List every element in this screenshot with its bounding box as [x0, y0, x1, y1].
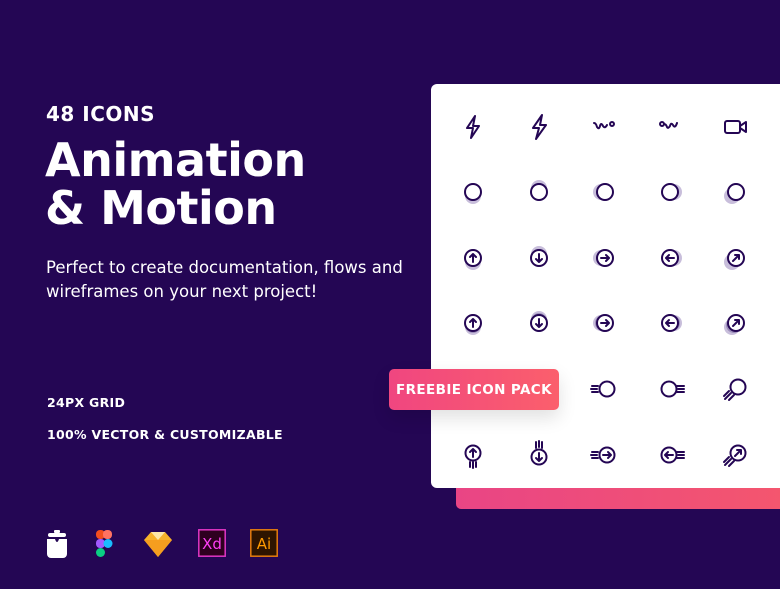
circle-speed-diagonal-icon — [719, 372, 753, 406]
arrow-diagonal-blur-icon — [719, 306, 753, 340]
arrow-right-motion-icon — [588, 241, 622, 275]
figma-icon — [92, 529, 122, 559]
arrow-right-speed-icon — [588, 438, 622, 472]
page-title: Animation & Motion — [45, 136, 306, 232]
lightning-icon — [456, 110, 490, 144]
arrow-up-speed-icon — [456, 438, 490, 472]
feature-vector: 100% VECTOR & CUSTOMIZABLE — [47, 427, 283, 442]
wave-left-icon — [653, 110, 687, 144]
icon-card — [431, 84, 780, 488]
arrow-left-motion-icon — [653, 241, 687, 275]
arrow-right-blur-icon — [588, 306, 622, 340]
circle-diagonal-motion-icon — [719, 175, 753, 209]
feature-grid: 24PX GRID — [47, 395, 126, 410]
ai-label: Ai — [257, 535, 271, 553]
xd-label: Xd — [202, 535, 222, 553]
arrow-down-blur-icon — [522, 306, 556, 340]
arrow-diagonal-motion-icon — [719, 241, 753, 275]
arrow-left-speed-icon — [653, 438, 687, 472]
craft-icon — [42, 529, 72, 559]
arrow-left-blur-icon — [653, 306, 687, 340]
arrow-down-motion-icon — [522, 241, 556, 275]
wave-right-icon — [588, 110, 622, 144]
title-line-2: & Motion — [45, 181, 277, 235]
circle-right-motion-icon — [588, 175, 622, 209]
title-line-1: Animation — [45, 133, 306, 187]
sketch-icon — [143, 529, 173, 559]
illustrator-icon: Ai — [250, 529, 280, 559]
circle-down-motion-icon — [522, 175, 556, 209]
lightning-bold-icon — [522, 110, 556, 144]
circle-speed-right-icon — [588, 372, 622, 406]
arrow-down-speed-icon — [522, 438, 556, 472]
circle-speed-left-icon — [653, 372, 687, 406]
arrow-up-motion-icon — [456, 241, 490, 275]
circle-up-motion-icon — [456, 175, 490, 209]
arrow-diagonal-speed-icon — [719, 438, 753, 472]
freebie-badge: FREEBIE ICON PACK — [389, 369, 559, 410]
circle-left-motion-icon — [653, 175, 687, 209]
xd-icon: Xd — [198, 529, 228, 559]
video-icon — [719, 110, 753, 144]
headline-count: 48 ICONS — [46, 102, 156, 126]
arrow-up-blur-icon — [456, 306, 490, 340]
description: Perfect to create documentation, flows a… — [46, 258, 403, 301]
